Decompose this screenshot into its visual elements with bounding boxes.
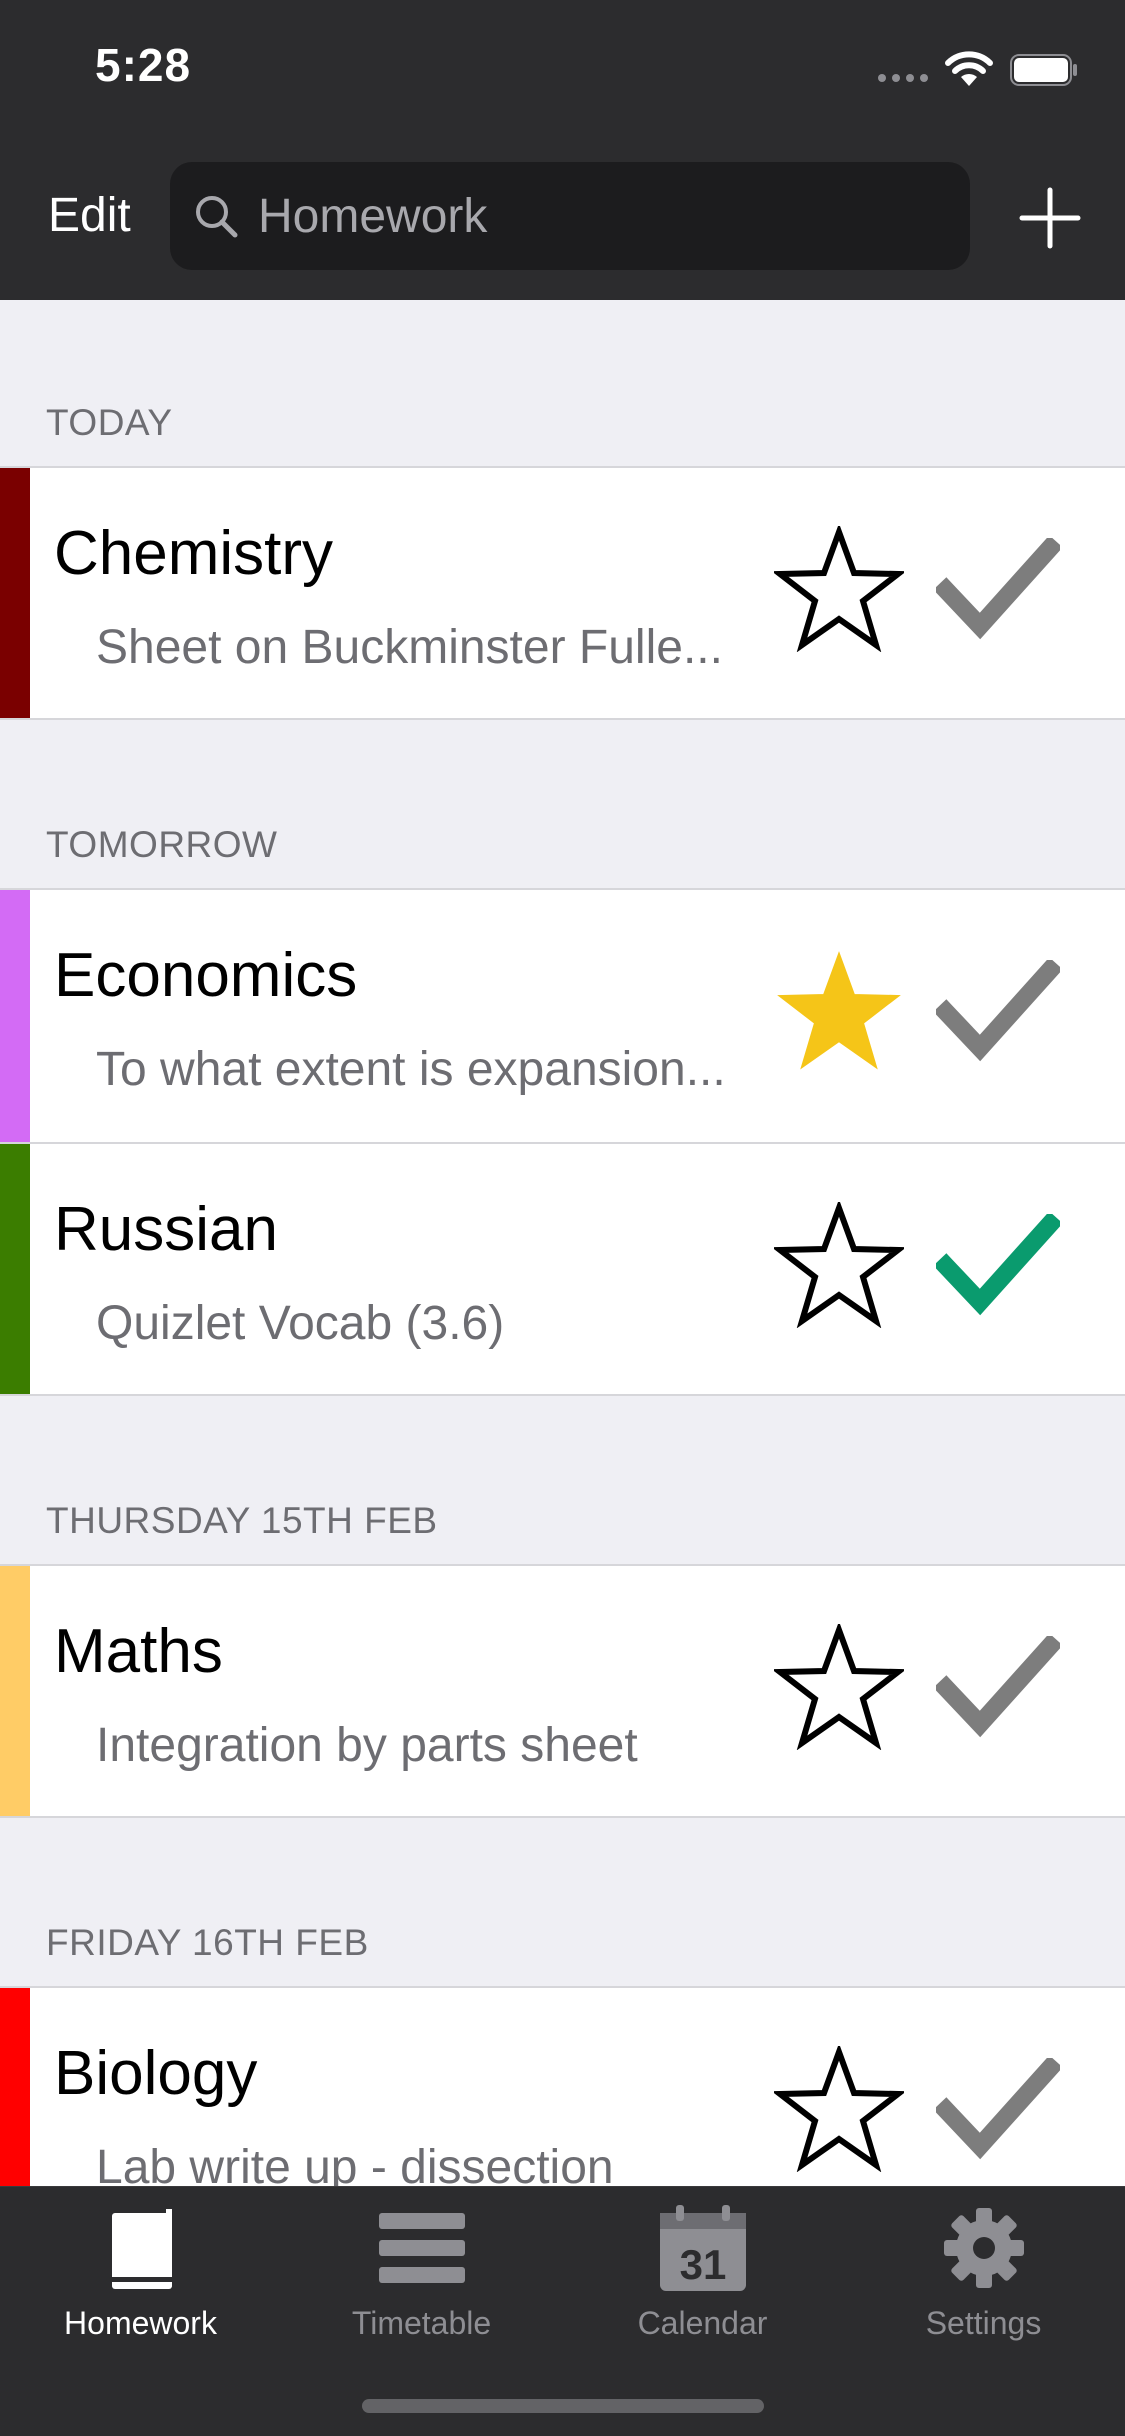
star-outline-icon[interactable]: [774, 2046, 904, 2172]
tab-settings[interactable]: Settings: [843, 2203, 1124, 2363]
checkmark-icon[interactable]: [936, 2058, 1060, 2162]
checkmark-icon[interactable]: [936, 960, 1060, 1064]
tab-homework[interactable]: Homework: [0, 2203, 281, 2363]
calendar-day-text: 31: [679, 2241, 726, 2288]
header: 5:28 Edit: [0, 0, 1125, 300]
tab-label: Timetable: [351, 2305, 492, 2341]
calendar-icon: 31: [659, 2205, 746, 2291]
section-header-label: THURSDAY 15TH FEB: [46, 1500, 438, 1541]
status-time: 5:28: [95, 39, 192, 91]
subject-color-bar: [0, 890, 30, 1142]
homework-subject: Maths: [54, 1617, 223, 1686]
search-icon: [196, 196, 238, 238]
nav-bar: Edit: [0, 150, 1125, 280]
homework-description: Lab write up - dissection: [96, 2141, 614, 2186]
star-outline-icon[interactable]: [774, 1202, 904, 1328]
section-header: THURSDAY 15TH FEB: [0, 1396, 1125, 1564]
homework-description: To what extent is expansion...: [96, 1043, 726, 1096]
section-header-label: TOMORROW: [46, 824, 278, 865]
wifi-icon: [945, 51, 993, 86]
star-outline-icon[interactable]: [774, 1624, 904, 1750]
section-header: TOMORROW: [0, 720, 1125, 888]
section-header-label: FRIDAY 16TH FEB: [46, 1922, 369, 1963]
subject-color-bar: [0, 468, 30, 718]
homework-subject: Russian: [54, 1195, 278, 1264]
homework-row[interactable]: Maths Integration by parts sheet: [0, 1564, 1125, 1818]
battery-icon: [1010, 54, 1077, 86]
status-bar: 5:28: [0, 0, 1125, 140]
checkmark-icon[interactable]: [936, 1636, 1060, 1740]
tab-calendar[interactable]: 31 Calendar: [562, 2203, 843, 2363]
tab-label: Calendar: [637, 2305, 768, 2341]
edit-button[interactable]: Edit: [48, 188, 131, 243]
homework-description: Integration by parts sheet: [96, 1719, 638, 1772]
homework-subject: Chemistry: [54, 519, 334, 588]
homework-subject: Biology: [54, 2039, 258, 2108]
gear-icon: [943, 2208, 1024, 2288]
list-icon: [378, 2213, 465, 2283]
subject-color-bar: [0, 1988, 30, 2186]
homework-row[interactable]: Economics To what extent is expansion...: [0, 888, 1125, 1142]
homework-list: TODAY Chemistry Sheet on Buckminster Ful…: [0, 300, 1125, 2186]
homework-row[interactable]: Biology Lab write up - dissection: [0, 1986, 1125, 2186]
cellular-signal-icon: [878, 74, 928, 82]
home-indicator[interactable]: [362, 2399, 764, 2413]
star-filled-icon[interactable]: [774, 948, 904, 1074]
checkmark-icon[interactable]: [936, 538, 1060, 642]
tab-label: Settings: [925, 2305, 1042, 2341]
tab-label: Homework: [64, 2305, 217, 2341]
homework-row[interactable]: Chemistry Sheet on Buckminster Fulle...: [0, 466, 1125, 720]
tab-timetable[interactable]: Timetable: [281, 2203, 562, 2363]
search-box[interactable]: [170, 162, 970, 270]
homework-row[interactable]: Russian Quizlet Vocab (3.6): [0, 1142, 1125, 1396]
homework-description: Quizlet Vocab (3.6): [96, 1297, 505, 1350]
section-header-label: TODAY: [46, 402, 173, 443]
subject-color-bar: [0, 1144, 30, 1394]
star-outline-icon[interactable]: [774, 526, 904, 652]
add-icon[interactable]: [1018, 186, 1082, 250]
checkmark-done-icon[interactable]: [936, 1214, 1060, 1318]
homework-subject: Economics: [54, 941, 358, 1010]
section-header: TODAY: [0, 300, 1125, 466]
homework-description: Sheet on Buckminster Fulle...: [96, 621, 723, 674]
subject-color-bar: [0, 1566, 30, 1816]
search-input[interactable]: [258, 162, 948, 270]
tab-bar: Homework Timetable 31 Calendar Settings: [0, 2186, 1125, 2436]
section-header: FRIDAY 16TH FEB: [0, 1818, 1125, 1986]
book-icon: [111, 2209, 172, 2289]
